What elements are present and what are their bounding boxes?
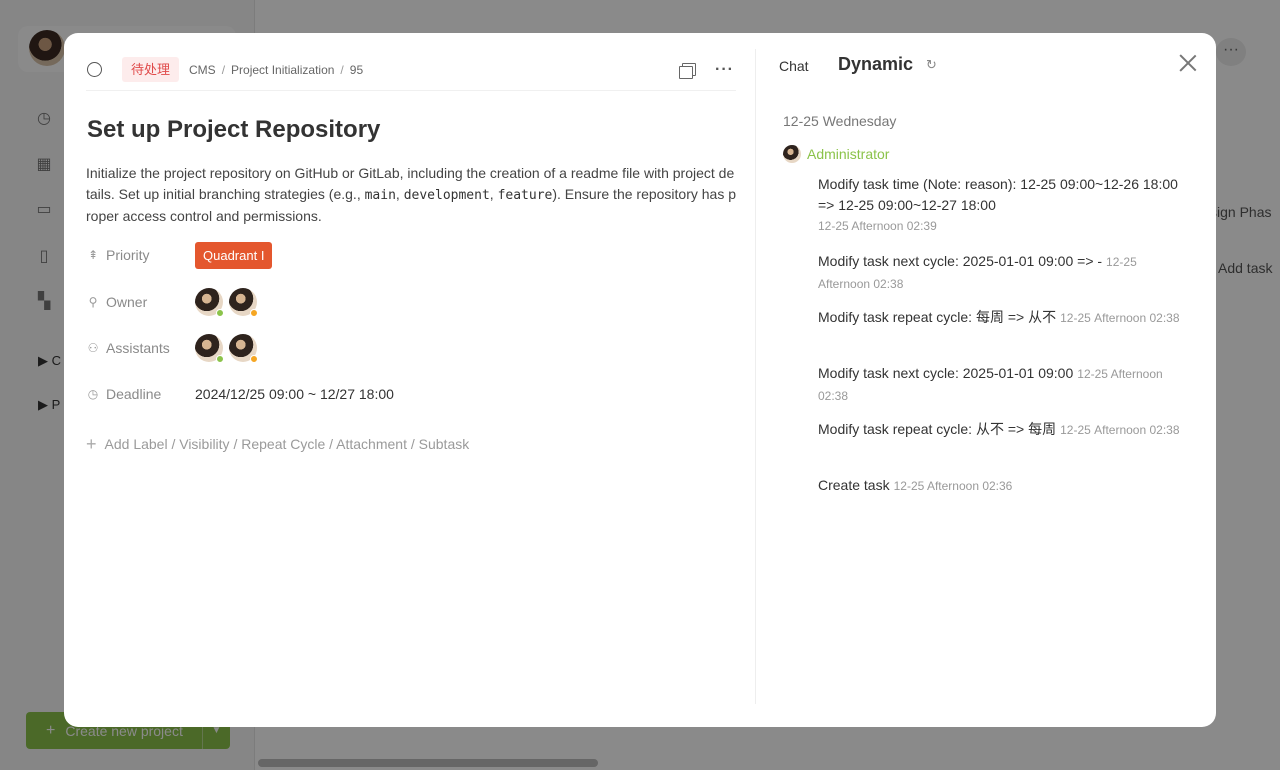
activity-item: Modify task next cycle: 2025-01-01 09:00… bbox=[818, 253, 1137, 291]
owner-field: ⚲ Owner bbox=[86, 288, 736, 317]
breadcrumb-project[interactable]: CMS bbox=[189, 63, 216, 77]
assistant-avatars[interactable] bbox=[195, 334, 258, 363]
plus-icon: + bbox=[86, 434, 97, 454]
task-description[interactable]: Initialize the project repository on Git… bbox=[86, 163, 736, 227]
task-detail-pane: 待处理 CMS / Project Initialization / 95 ··… bbox=[64, 33, 755, 727]
activity-item: Modify task repeat cycle: 每周 => 从不 12-25 … bbox=[818, 309, 1180, 325]
owner-avatars[interactable] bbox=[195, 288, 258, 317]
add-properties-link[interactable]: + Add Label / Visibility / Repeat Cycle … bbox=[86, 434, 469, 454]
task-header: 待处理 CMS / Project Initialization / 95 ··… bbox=[86, 49, 736, 91]
task-detail-modal: 待处理 CMS / Project Initialization / 95 ··… bbox=[64, 33, 1216, 727]
refresh-icon[interactable]: ↻ bbox=[926, 57, 937, 73]
more-options-icon[interactable]: ··· bbox=[715, 61, 734, 77]
activity-item: Modify task repeat cycle: 从不 => 每周 12-25 … bbox=[818, 421, 1180, 437]
tab-chat[interactable]: Chat bbox=[779, 58, 809, 74]
activity-item: Modify task time (Note: reason): 12-25 0… bbox=[818, 176, 1178, 233]
avatar[interactable] bbox=[195, 334, 224, 363]
priority-icon: ⇞ bbox=[87, 248, 99, 262]
activity-item: Modify task next cycle: 2025-01-01 09:00… bbox=[818, 365, 1163, 403]
avatar[interactable] bbox=[229, 288, 258, 317]
task-title[interactable]: Set up Project Repository bbox=[87, 116, 380, 144]
activity-pane: Chat Dynamic ↻ 12-25 Wednesday Administr… bbox=[756, 33, 1216, 727]
deadline-field: ◷ Deadline 2024/12/25 09:00 ~ 12/27 18:0… bbox=[87, 386, 394, 402]
date-heading: 12-25 Wednesday bbox=[783, 113, 897, 129]
users-icon: ⚇ bbox=[87, 341, 99, 355]
breadcrumb: CMS / Project Initialization / 95 bbox=[189, 62, 364, 77]
clock-icon: ◷ bbox=[87, 387, 99, 401]
avatar[interactable] bbox=[229, 334, 258, 363]
assistants-field: ⚇ Assistants bbox=[86, 334, 736, 363]
copy-icon[interactable] bbox=[679, 62, 697, 79]
deadline-value[interactable]: 2024/12/25 09:00 ~ 12/27 18:00 bbox=[195, 386, 394, 402]
activity-actor: Administrator bbox=[783, 145, 889, 163]
priority-field: ⇞ Priority Quadrant I bbox=[86, 241, 736, 269]
close-icon[interactable] bbox=[1178, 53, 1198, 73]
priority-badge[interactable]: Quadrant I bbox=[195, 241, 273, 269]
activity-item: Create task 12-25 Afternoon 02:36 bbox=[818, 477, 1013, 493]
status-badge[interactable]: 待处理 bbox=[122, 57, 180, 82]
complete-task-checkbox[interactable] bbox=[87, 62, 102, 77]
avatar bbox=[783, 145, 801, 163]
tab-dynamic[interactable]: Dynamic bbox=[838, 54, 913, 75]
breadcrumb-task-id: 95 bbox=[349, 62, 364, 77]
breadcrumb-column[interactable]: Project Initialization bbox=[231, 63, 334, 77]
avatar[interactable] bbox=[195, 288, 224, 317]
user-icon: ⚲ bbox=[88, 295, 98, 309]
